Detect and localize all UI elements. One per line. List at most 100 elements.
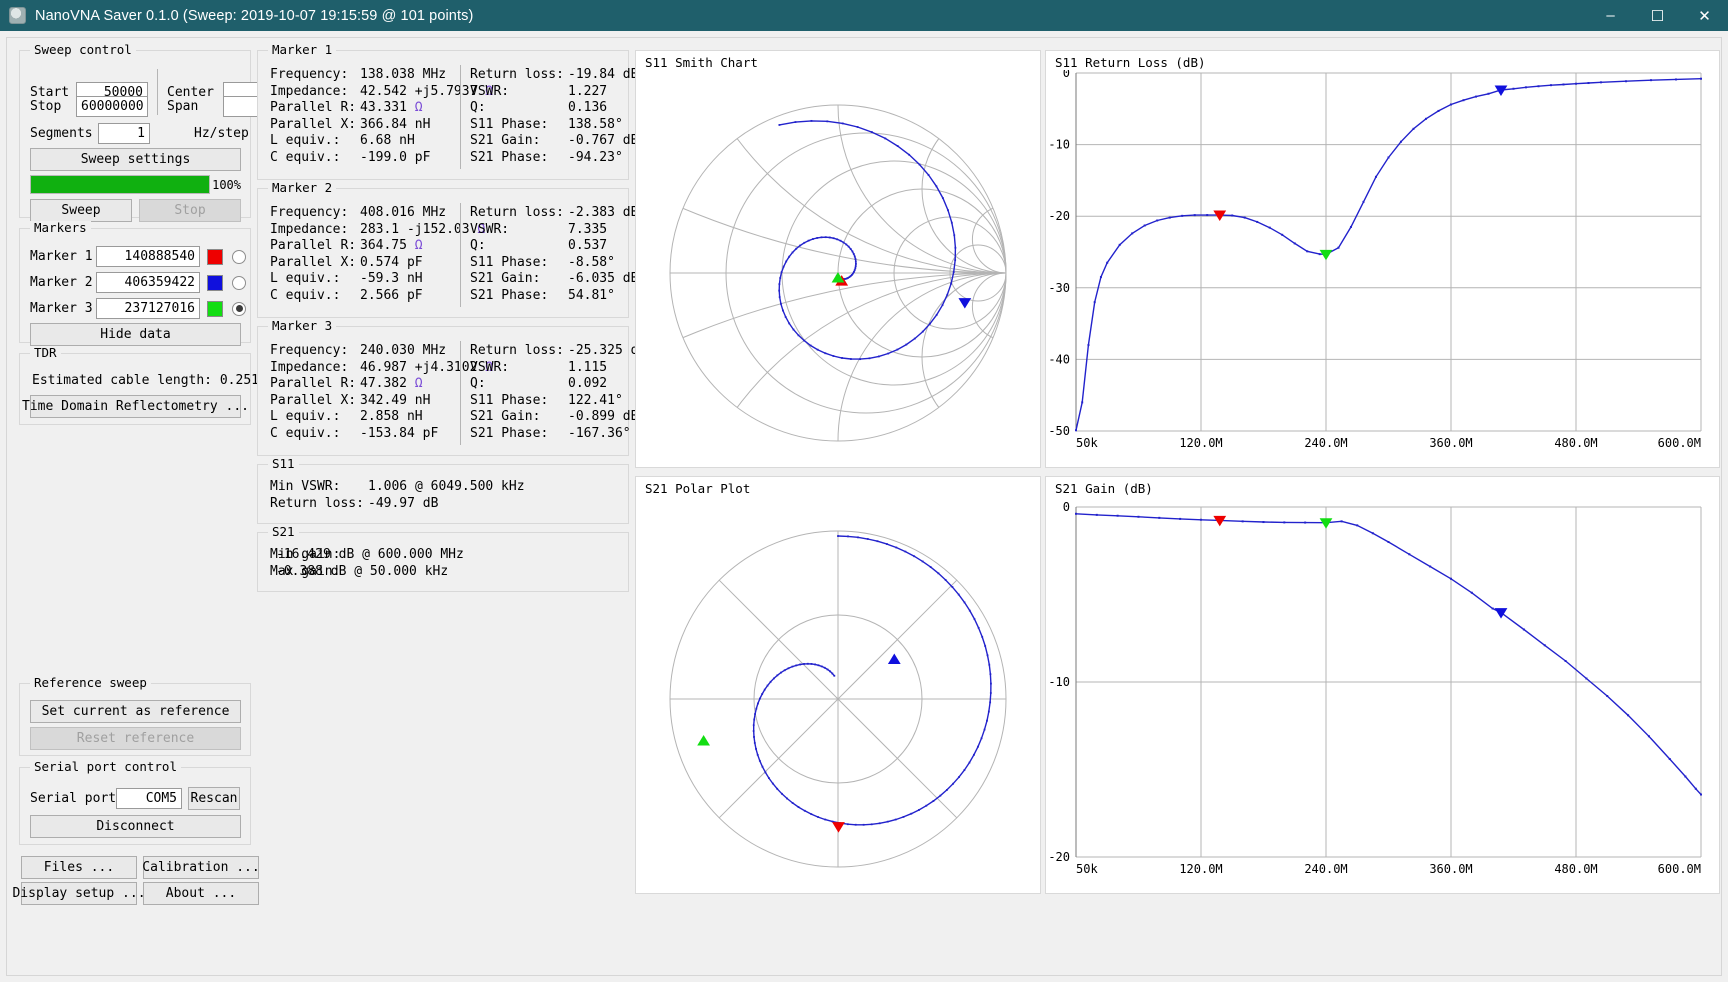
markers-group: Markers Marker 1 Marker 2 Marker 3 Hide … <box>19 228 251 343</box>
data-point <box>852 251 854 253</box>
data-point <box>958 594 960 596</box>
close-button[interactable]: ✕ <box>1681 0 1728 31</box>
data-point <box>942 304 944 306</box>
marker-1-color-swatch[interactable] <box>207 249 223 265</box>
serial-port-input[interactable] <box>116 788 182 809</box>
x-tick-label: 120.0M <box>1179 436 1222 450</box>
data-point <box>810 813 812 815</box>
marker-1-divider <box>460 65 461 169</box>
data-line: S21 Phase:54.81° <box>470 288 638 305</box>
data-point <box>950 283 952 285</box>
stop-sweep-button[interactable]: Stop <box>139 199 241 222</box>
data-point <box>1675 78 1677 80</box>
return-loss-canvas[interactable]: 0-10-20-30-40-5050k120.0M240.0M360.0M480… <box>1046 51 1719 467</box>
data-key: S11 Phase: <box>470 255 562 272</box>
data-point <box>754 742 756 744</box>
polar-marker-1[interactable] <box>833 823 844 832</box>
data-point <box>757 754 759 756</box>
sweep-control-title: Sweep control <box>30 43 136 57</box>
data-value: 1.006 @ 6049.500 kHz <box>368 479 525 496</box>
data-point <box>978 627 980 629</box>
data-key: S11 Phase: <box>470 393 562 410</box>
data-point <box>831 673 833 675</box>
about-button[interactable]: About ... <box>143 882 259 905</box>
data-value: 138.58° <box>568 117 623 134</box>
data-point <box>770 681 772 683</box>
polar-marker-2[interactable] <box>889 655 900 664</box>
data-value: 283.1 -j152.03 Ω <box>360 222 485 239</box>
data-point <box>964 769 966 771</box>
data-point <box>871 131 873 133</box>
hide-data-button[interactable]: Hide data <box>30 323 241 346</box>
segments-input[interactable] <box>98 123 150 144</box>
marker-2-color-swatch[interactable] <box>207 275 223 291</box>
data-value: 0.537 <box>568 238 607 255</box>
maximize-button[interactable]: ☐ <box>1634 0 1681 31</box>
marker-2-panel: Marker 2 Frequency:408.016 MHzImpedance:… <box>257 188 629 318</box>
s21-summary-lines: Min gain:-16.429 dB @ 600.000 MHzMax gai… <box>270 547 464 580</box>
data-point <box>816 237 818 239</box>
data-point <box>753 719 755 721</box>
rescan-button[interactable]: Rescan <box>188 787 240 810</box>
data-key: S21 Phase: <box>470 426 562 443</box>
reset-reference-button[interactable]: Reset reference <box>30 727 241 750</box>
files-button[interactable]: Files ... <box>21 856 137 879</box>
data-point <box>1575 83 1577 85</box>
data-point <box>989 701 991 703</box>
sweep-settings-button[interactable]: Sweep settings <box>30 148 241 171</box>
calibration-button[interactable]: Calibration ... <box>143 856 259 879</box>
polar-marker-3[interactable] <box>698 736 709 745</box>
data-key: Parallel X: <box>270 393 354 410</box>
polar-chart[interactable]: S21 Polar Plot <box>635 476 1041 894</box>
data-point <box>854 267 856 269</box>
disconnect-button[interactable]: Disconnect <box>30 815 241 838</box>
data-point <box>843 242 845 244</box>
data-point <box>1525 86 1527 88</box>
data-point <box>1408 553 1410 555</box>
reference-sweep-title: Reference sweep <box>30 676 151 690</box>
set-reference-button[interactable]: Set current as reference <box>30 700 241 723</box>
data-point <box>1600 81 1602 83</box>
data-point <box>847 535 849 537</box>
data-point <box>953 234 955 236</box>
data-line: Return loss:-49.97 dB <box>270 496 525 513</box>
s11-summary-lines: Min VSWR:1.006 @ 6049.500 kHzReturn loss… <box>270 479 525 512</box>
data-point <box>811 120 813 122</box>
marker-3-color-swatch[interactable] <box>207 301 223 317</box>
data-point <box>878 356 880 358</box>
marker-3-radio[interactable] <box>232 302 246 316</box>
data-line: Q:0.092 <box>470 376 646 393</box>
tdr-button[interactable]: Time Domain Reflectometry ... <box>30 395 241 418</box>
polar-chart-canvas[interactable] <box>636 477 1040 893</box>
data-key: VSWR: <box>470 84 562 101</box>
data-value: 1.115 <box>568 360 607 377</box>
sweep-button[interactable]: Sweep <box>30 199 132 222</box>
segments-label: Segments <box>30 126 98 141</box>
marker-2-radio[interactable] <box>232 276 246 290</box>
stop-input[interactable] <box>76 96 148 117</box>
smith-marker-2[interactable] <box>959 299 970 308</box>
data-point <box>792 252 794 254</box>
s11-summary-title: S11 <box>268 457 299 471</box>
return-loss-chart[interactable]: S11 Return Loss (dB) 0-10-20-30-40-5050k… <box>1045 50 1720 468</box>
data-point <box>1283 521 1285 523</box>
smith-chart-canvas[interactable] <box>636 51 1040 467</box>
data-point <box>1450 578 1452 580</box>
gain-chart[interactable]: S21 Gain (dB) 0-10-2050k120.0M240.0M360.… <box>1045 476 1720 894</box>
marker-1-radio[interactable] <box>232 250 246 264</box>
data-point <box>842 123 844 125</box>
data-point <box>788 322 790 324</box>
data-point <box>859 358 861 360</box>
marker-2-input[interactable] <box>96 272 200 293</box>
marker-3-input[interactable] <box>96 298 200 319</box>
marker-1-input[interactable] <box>96 246 200 267</box>
gain-canvas[interactable]: 0-10-2050k120.0M240.0M360.0M480.0M600.0M <box>1046 477 1719 893</box>
data-point <box>1242 520 1244 522</box>
data-key: Return loss: <box>270 496 362 513</box>
data-line: Return loss:-19.84 dB <box>470 67 638 84</box>
data-value: -0.767 dB <box>568 133 638 150</box>
data-point <box>879 822 881 824</box>
minimize-button[interactable]: – <box>1587 0 1634 31</box>
smith-chart[interactable]: S11 Smith Chart <box>635 50 1041 468</box>
display-setup-button[interactable]: Display setup ... <box>21 882 137 905</box>
